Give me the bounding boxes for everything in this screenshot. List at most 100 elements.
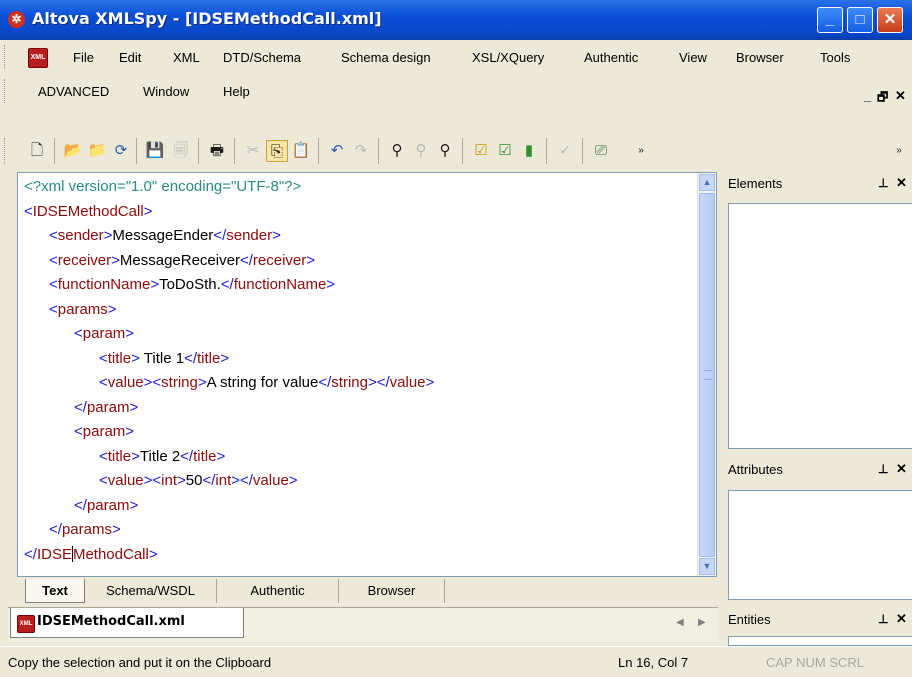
document-minimize-button[interactable]: _ — [864, 88, 871, 103]
code-line[interactable]: <value><string>A string for value</strin… — [24, 371, 434, 396]
find-in-files-icon[interactable]: ⚲ — [410, 140, 432, 162]
elements-panel[interactable] — [728, 203, 912, 449]
close-icon[interactable]: ✕ — [896, 175, 907, 191]
open-url-icon[interactable]: 📁 — [86, 140, 108, 162]
paste-icon[interactable]: 📋 — [290, 140, 312, 162]
redo-icon[interactable]: ↷ — [350, 140, 372, 162]
close-icon[interactable]: ✕ — [896, 611, 907, 627]
code-line[interactable]: <param> — [24, 420, 434, 445]
menu-authentic[interactable]: Authentic — [584, 50, 638, 65]
code-line[interactable]: </params> — [24, 518, 434, 543]
copy-icon[interactable]: ⎘ — [266, 140, 288, 162]
text-content: Title 1 — [139, 349, 185, 367]
tab-scroll-right-icon[interactable]: ▶ — [698, 617, 706, 628]
menu-xml[interactable]: XML — [173, 50, 200, 65]
xsl-transform-icon[interactable]: ⎚ — [590, 140, 612, 162]
menu-xsl-xquery[interactable]: XSL/XQuery — [472, 50, 544, 65]
entities-panel[interactable] — [728, 636, 912, 646]
code-line[interactable]: <param> — [24, 322, 434, 347]
document-close-button[interactable]: ✕ — [895, 88, 906, 104]
code-line[interactable]: <title> Title 1</title> — [24, 347, 434, 372]
tag-name: params — [57, 300, 108, 318]
text-content: Title 2 — [139, 447, 181, 465]
menu-gripper[interactable] — [4, 79, 8, 103]
document-restore-button[interactable]: 🗗 — [877, 88, 888, 109]
tag-name: title — [193, 447, 217, 465]
tab-browser-view[interactable]: Browser — [339, 579, 445, 603]
menu-help[interactable]: Help — [223, 84, 250, 99]
menu-tools[interactable]: Tools — [820, 50, 850, 65]
save-icon[interactable]: 💾 — [144, 140, 166, 162]
xmlspy-logo-icon[interactable]: ✲ — [8, 11, 25, 28]
pin-icon[interactable]: ⊥ — [878, 612, 888, 626]
tag-bracket: < — [49, 300, 58, 318]
tag-name: param — [82, 325, 126, 342]
code-line[interactable]: <params> — [24, 298, 434, 323]
code-line[interactable]: <IDSEMethodCall> — [24, 200, 434, 225]
tag-name: receiver — [57, 251, 112, 269]
text-content: ToDoSth. — [159, 276, 221, 293]
menu-file[interactable]: File — [73, 50, 94, 65]
pin-icon[interactable]: ⊥ — [878, 462, 888, 476]
maximize-button[interactable]: □ — [847, 7, 873, 33]
new-icon[interactable]: 🗋 — [26, 140, 48, 162]
replace-icon[interactable]: ⚲ — [434, 140, 456, 162]
xml-document-icon[interactable]: XML — [28, 48, 48, 68]
title-bar[interactable]: ✲ Altova XMLSpy - [IDSEMethodCall.xml] _… — [0, 0, 912, 40]
code-line[interactable]: <value><int>50</int></value> — [24, 469, 434, 494]
code-line[interactable]: <functionName>ToDoSth.</functionName> — [24, 273, 434, 298]
menu-window[interactable]: Window — [143, 84, 189, 99]
code-line[interactable]: </param> — [24, 396, 434, 421]
xml-document-icon: XML — [17, 615, 35, 633]
code-line[interactable]: <title>Title 2</title> — [24, 445, 434, 470]
minimize-button[interactable]: _ — [817, 7, 843, 33]
menu-gripper[interactable] — [4, 45, 8, 69]
tag-name: param — [82, 423, 126, 440]
menu-browser[interactable]: Browser — [736, 50, 784, 65]
menu-dtd-schema[interactable]: DTD/Schema — [223, 50, 301, 65]
menu-schema-design[interactable]: Schema design — [341, 50, 431, 65]
toolbar-separator — [198, 138, 199, 164]
validate-icon[interactable]: ☑ — [494, 140, 516, 162]
tab-schema-wsdl-view[interactable]: Schema/WSDL — [85, 579, 217, 603]
menu-advanced[interactable]: ADVANCED — [38, 84, 109, 99]
print-icon[interactable]: 🖶 — [206, 140, 228, 162]
code-line[interactable]: </IDSEMethodCall> — [24, 543, 434, 568]
menu-view[interactable]: View — [679, 50, 707, 65]
save-all-icon[interactable]: 🗐 — [170, 140, 192, 162]
document-tab[interactable]: XML IDSEMethodCall.xml — [10, 608, 244, 638]
reload-icon[interactable]: ⟳ — [110, 140, 132, 162]
toolbar-overflow-icon[interactable]: » — [634, 140, 648, 162]
tab-text-view[interactable]: Text — [25, 579, 85, 603]
pin-icon[interactable]: ⊥ — [878, 176, 888, 190]
scroll-down-arrow-icon[interactable]: ▼ — [699, 558, 715, 575]
scroll-thumb[interactable] — [699, 193, 715, 557]
close-button[interactable]: ✕ — [877, 7, 903, 33]
tag-bracket: > — [111, 251, 120, 269]
attributes-panel[interactable] — [728, 490, 912, 600]
code-line[interactable]: <receiver>MessageReceiver</receiver> — [24, 249, 434, 274]
tab-scroll-left-icon[interactable]: ◀ — [676, 617, 684, 628]
scroll-up-arrow-icon[interactable]: ▲ — [699, 174, 715, 191]
close-icon[interactable]: ✕ — [896, 461, 907, 477]
menu-edit[interactable]: Edit — [119, 50, 141, 65]
open-icon[interactable]: 📂 — [62, 140, 84, 162]
cut-icon[interactable]: ✂ — [242, 140, 264, 162]
tag-name: title — [107, 349, 132, 367]
find-icon[interactable]: ⚲ — [386, 140, 408, 162]
tag-bracket: > — [131, 447, 140, 465]
toolbar-overflow-icon[interactable]: » — [892, 140, 906, 162]
tag-bracket: </ — [24, 545, 37, 563]
check-wellformed-icon[interactable]: ☑ — [470, 140, 492, 162]
code-area[interactable]: <?xml version="1.0" encoding="UTF-8"?> <I… — [24, 175, 434, 567]
vertical-scrollbar[interactable]: ▲ ▼ — [697, 173, 716, 576]
toolbar-gripper[interactable] — [4, 138, 8, 164]
code-line[interactable]: </param> — [24, 494, 434, 519]
code-line[interactable]: <?xml version="1.0" encoding="UTF-8"?> — [24, 175, 434, 200]
code-line[interactable]: <sender>MessageEnder</sender> — [24, 224, 434, 249]
toggle-icon[interactable]: ▮ — [518, 140, 540, 162]
undo-icon[interactable]: ↶ — [326, 140, 348, 162]
xml-text-editor[interactable]: <?xml version="1.0" encoding="UTF-8"?> <I… — [17, 172, 717, 577]
spellcheck-icon[interactable]: ✓ — [554, 140, 576, 162]
tab-authentic-view[interactable]: Authentic — [217, 579, 339, 603]
